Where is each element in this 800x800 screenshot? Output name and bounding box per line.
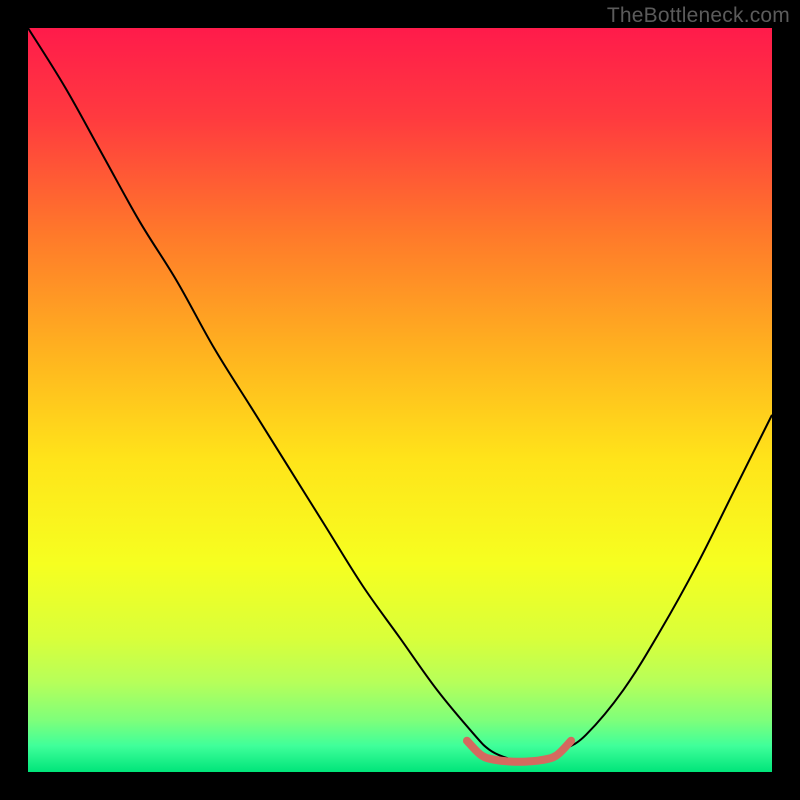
plot-area bbox=[28, 28, 772, 772]
chart-frame: TheBottleneck.com bbox=[0, 0, 800, 800]
watermark-text: TheBottleneck.com bbox=[607, 4, 790, 28]
gradient-background bbox=[28, 28, 772, 772]
chart-svg bbox=[28, 28, 772, 772]
